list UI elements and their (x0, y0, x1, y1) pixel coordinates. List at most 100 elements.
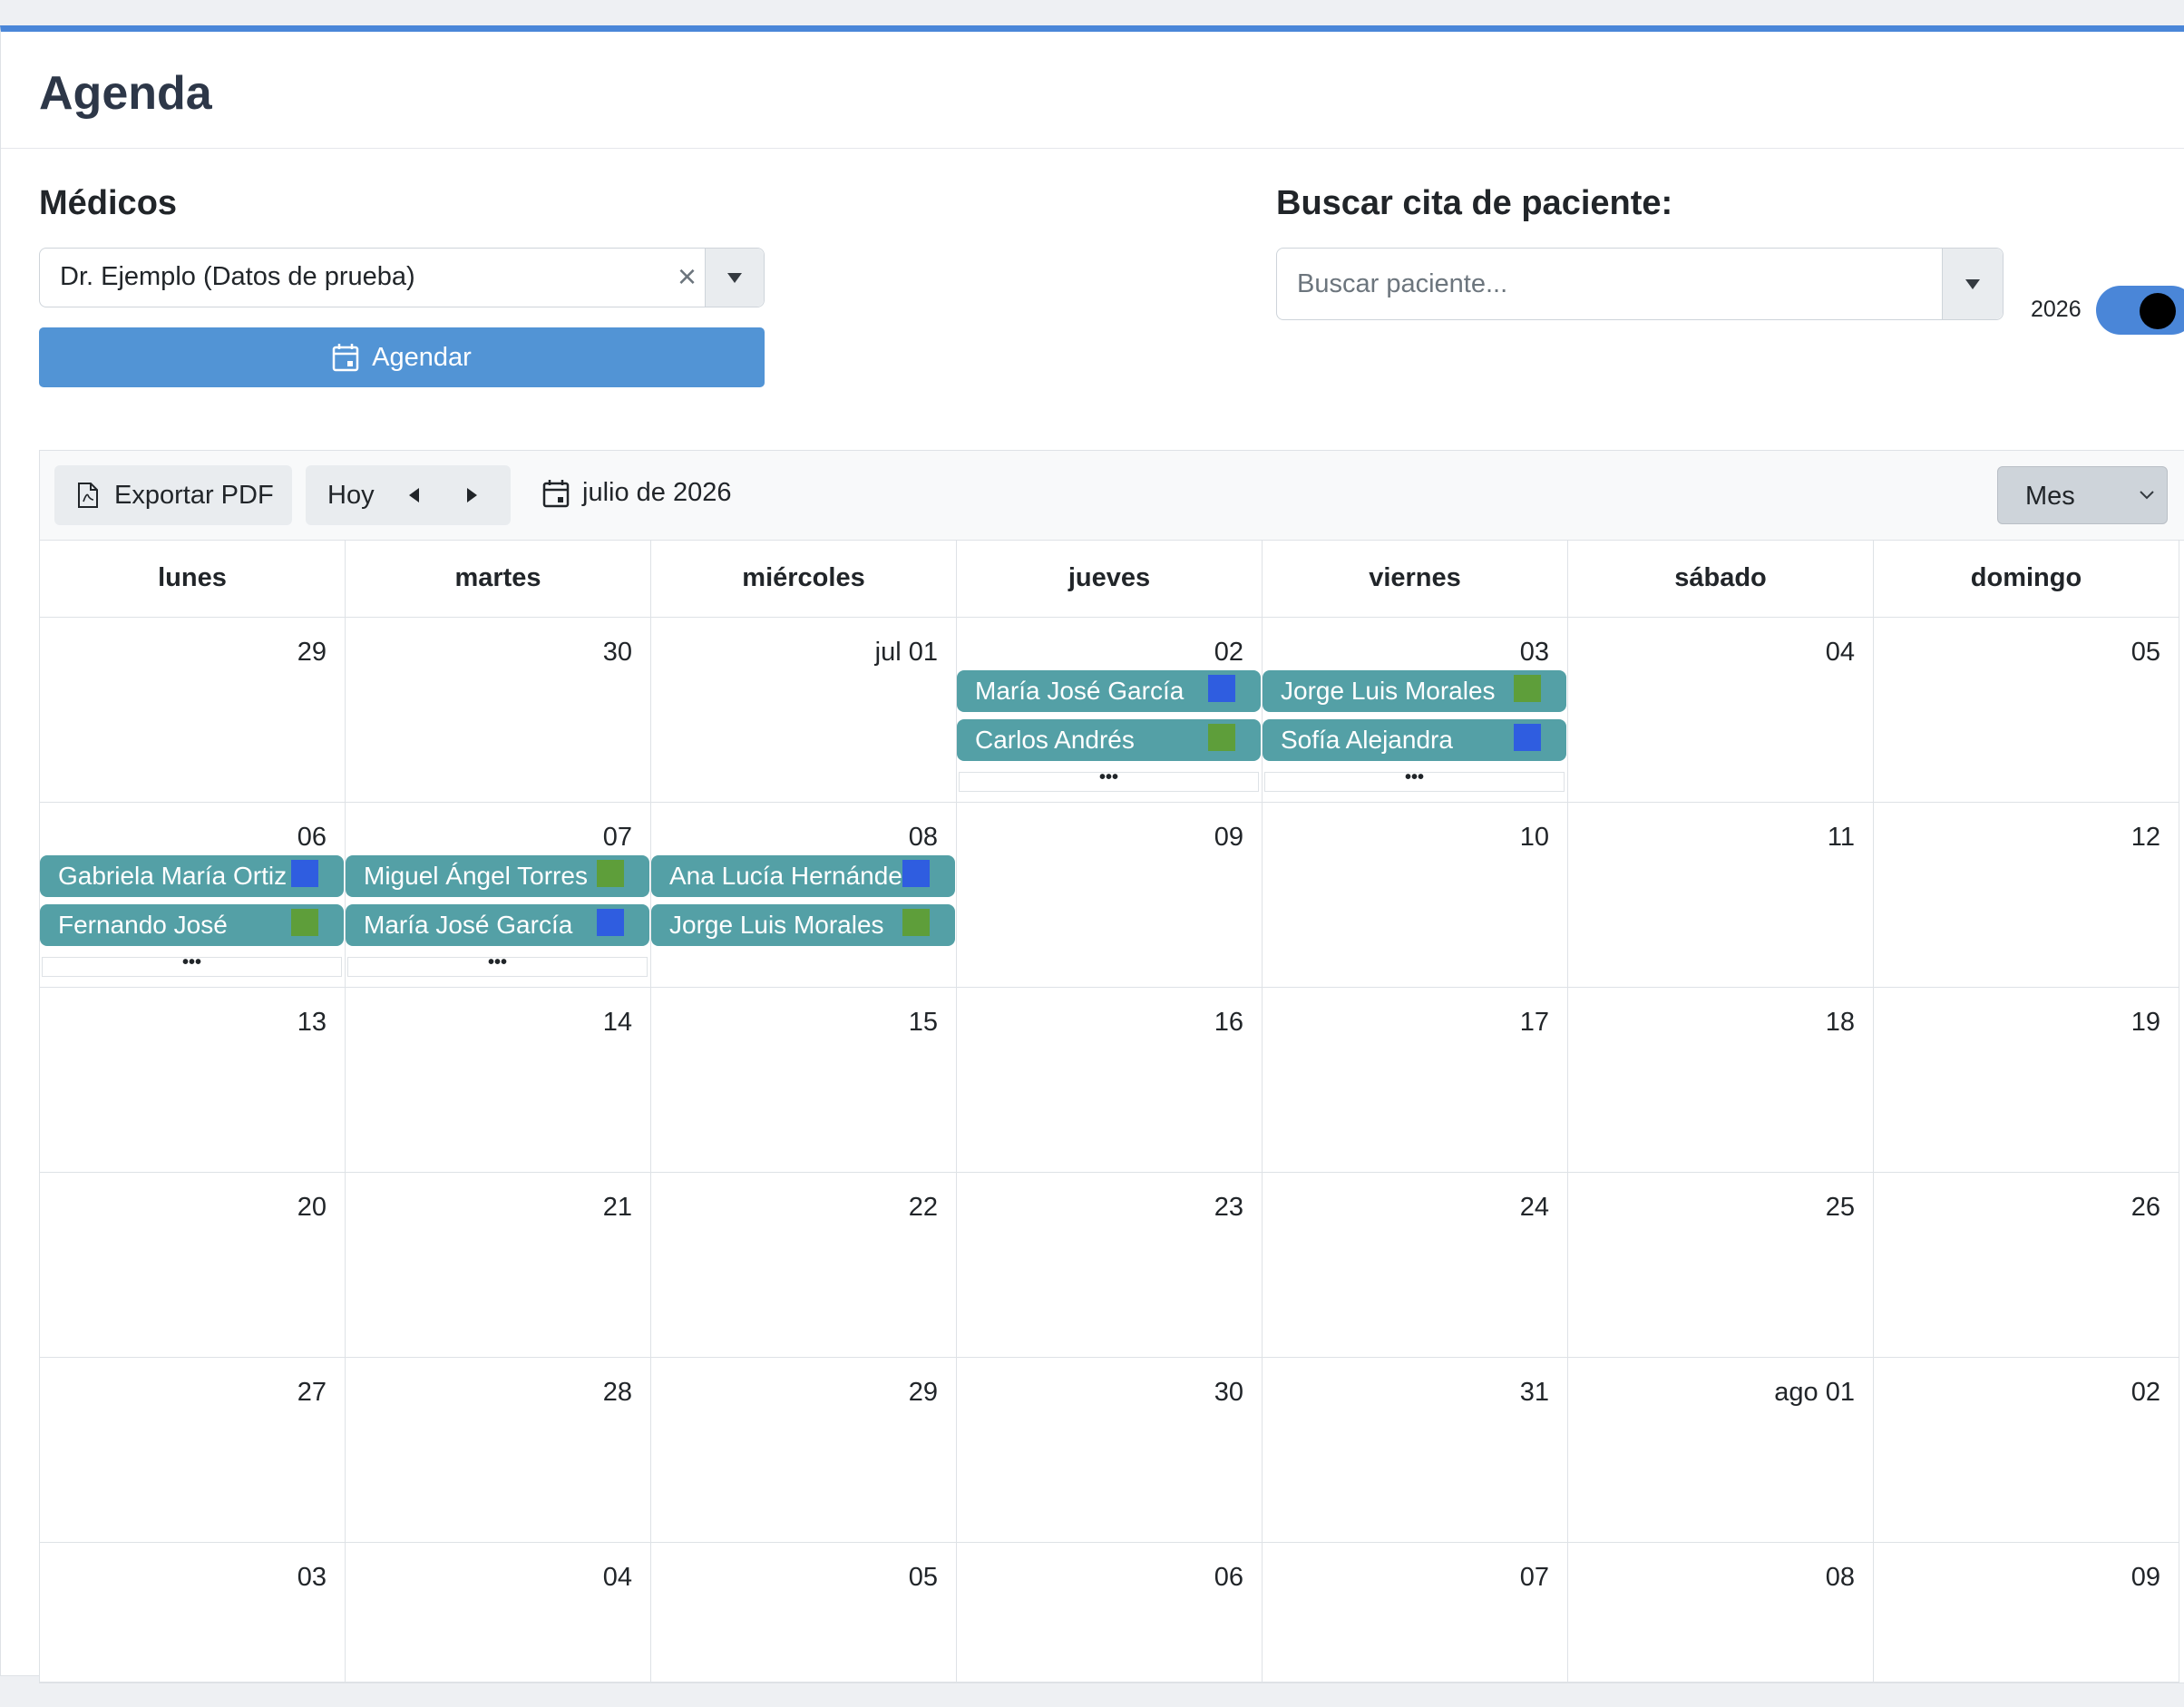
year-toggle[interactable] (2096, 286, 2184, 335)
day-number[interactable]: 21 (603, 1193, 632, 1223)
day-cell[interactable]: jul 01 (651, 618, 957, 803)
day-cell[interactable]: 15 (651, 988, 957, 1173)
today-button[interactable]: Hoy (327, 481, 375, 511)
day-cell[interactable]: 08 Ana Lucía Hernández Jorge Luis Morales (651, 803, 957, 988)
day-number[interactable]: 06 (297, 823, 327, 853)
day-number[interactable]: 06 (1214, 1563, 1243, 1593)
export-pdf-button[interactable]: Exportar PDF (54, 465, 292, 525)
day-cell[interactable]: 25 (1568, 1173, 1874, 1358)
day-number[interactable]: 03 (297, 1563, 327, 1593)
clear-icon[interactable]: × (678, 258, 697, 296)
view-select[interactable]: Mes (1997, 466, 2168, 524)
day-cell[interactable]: 16 (957, 988, 1263, 1173)
day-number[interactable]: 02 (1214, 638, 1243, 668)
day-number[interactable]: 05 (2131, 638, 2160, 668)
more-events-link[interactable]: ••• (347, 953, 648, 977)
day-cell[interactable]: 29 (651, 1358, 957, 1543)
day-cell[interactable]: 06 (957, 1543, 1263, 1683)
day-cell[interactable]: 19 (1874, 988, 2179, 1173)
day-cell[interactable]: 09 (1874, 1543, 2179, 1683)
day-cell[interactable]: 02 María José García Carlos Andrés ••• (957, 618, 1263, 803)
day-cell[interactable]: 18 (1568, 988, 1874, 1173)
day-cell[interactable]: 31 (1263, 1358, 1568, 1543)
day-number[interactable]: 02 (2131, 1378, 2160, 1408)
day-number[interactable]: 22 (909, 1193, 938, 1223)
day-cell[interactable]: 30 (957, 1358, 1263, 1543)
appointment-event[interactable]: Sofía Alejandra (1263, 719, 1566, 761)
day-cell[interactable]: 27 (40, 1358, 346, 1543)
day-number[interactable]: 29 (297, 638, 327, 668)
next-month-button[interactable] (467, 488, 477, 502)
day-number[interactable]: 15 (909, 1008, 938, 1038)
day-number[interactable]: 08 (1826, 1563, 1855, 1593)
day-cell[interactable]: 10 (1263, 803, 1568, 988)
day-cell[interactable]: 29 (40, 618, 346, 803)
day-number[interactable]: 11 (1828, 823, 1855, 853)
day-number[interactable]: 09 (2131, 1563, 2160, 1593)
day-cell[interactable]: 06 Gabriela María Ortiz Fernando José ••• (40, 803, 346, 988)
day-cell[interactable]: 24 (1263, 1173, 1568, 1358)
day-cell[interactable]: 26 (1874, 1173, 2179, 1358)
appointment-event[interactable]: Miguel Ángel Torres (346, 855, 649, 897)
appointment-event[interactable]: María José García (957, 670, 1261, 712)
day-number[interactable]: 16 (1214, 1008, 1243, 1038)
day-number[interactable]: 09 (1214, 823, 1243, 853)
day-number[interactable]: 13 (297, 1008, 327, 1038)
day-number[interactable]: 04 (1826, 638, 1855, 668)
day-number[interactable]: 27 (297, 1378, 327, 1408)
more-events-link[interactable]: ••• (959, 768, 1259, 792)
day-cell[interactable]: 28 (346, 1358, 651, 1543)
patient-dropdown-toggle[interactable] (1942, 249, 2003, 319)
appointment-event[interactable]: Jorge Luis Morales (1263, 670, 1566, 712)
day-cell[interactable]: 22 (651, 1173, 957, 1358)
day-number[interactable]: 26 (2131, 1193, 2160, 1223)
day-cell[interactable]: 09 (957, 803, 1263, 988)
more-events-link[interactable]: ••• (42, 953, 342, 977)
day-number[interactable]: 18 (1826, 1008, 1855, 1038)
day-cell[interactable]: 03 Jorge Luis Morales Sofía Alejandra ••• (1263, 618, 1568, 803)
day-number[interactable]: 14 (603, 1008, 632, 1038)
day-cell[interactable]: 02 (1874, 1358, 2179, 1543)
day-cell[interactable]: ago 01 (1568, 1358, 1874, 1543)
appointment-event[interactable]: Gabriela María Ortiz (40, 855, 344, 897)
day-cell[interactable]: 13 (40, 988, 346, 1173)
day-cell[interactable]: 30 (346, 618, 651, 803)
patient-search-select[interactable] (1276, 248, 2004, 320)
appointment-event[interactable]: María José García (346, 904, 649, 946)
day-cell[interactable]: 17 (1263, 988, 1568, 1173)
appointment-event[interactable]: Carlos Andrés (957, 719, 1261, 761)
day-number[interactable]: 17 (1520, 1008, 1549, 1038)
day-cell[interactable]: 03 (40, 1543, 346, 1683)
day-cell[interactable]: 14 (346, 988, 651, 1173)
day-cell[interactable]: 04 (346, 1543, 651, 1683)
day-number[interactable]: 28 (603, 1378, 632, 1408)
day-cell[interactable]: 21 (346, 1173, 651, 1358)
day-cell[interactable]: 20 (40, 1173, 346, 1358)
day-number[interactable]: 20 (297, 1193, 327, 1223)
appointment-event[interactable]: Fernando José (40, 904, 344, 946)
day-cell[interactable]: 05 (651, 1543, 957, 1683)
day-cell[interactable]: 08 (1568, 1543, 1874, 1683)
day-number[interactable]: 24 (1520, 1193, 1549, 1223)
day-cell[interactable]: 05 (1874, 618, 2179, 803)
appointment-event[interactable]: Ana Lucía Hernández (651, 855, 955, 897)
day-number[interactable]: 23 (1214, 1193, 1243, 1223)
prev-month-button[interactable] (409, 488, 419, 502)
patient-search-input[interactable] (1277, 249, 1939, 319)
day-number[interactable]: 25 (1826, 1193, 1855, 1223)
doctor-dropdown-toggle[interactable] (705, 249, 764, 307)
schedule-button[interactable]: Agendar (39, 327, 765, 387)
day-cell[interactable]: 11 (1568, 803, 1874, 988)
day-number[interactable]: 31 (1520, 1378, 1549, 1408)
day-cell[interactable]: 07 Miguel Ángel Torres María José García ••… (346, 803, 651, 988)
day-number[interactable]: 07 (1520, 1563, 1549, 1593)
day-number[interactable]: 12 (2131, 823, 2160, 853)
day-cell[interactable]: 04 (1568, 618, 1874, 803)
day-number[interactable]: 08 (909, 823, 938, 853)
day-number[interactable]: 30 (1214, 1378, 1243, 1408)
day-number[interactable]: jul 01 (875, 638, 938, 668)
appointment-event[interactable]: Jorge Luis Morales (651, 904, 955, 946)
day-number[interactable]: 03 (1520, 638, 1549, 668)
day-cell[interactable]: 23 (957, 1173, 1263, 1358)
day-cell[interactable]: 12 (1874, 803, 2179, 988)
